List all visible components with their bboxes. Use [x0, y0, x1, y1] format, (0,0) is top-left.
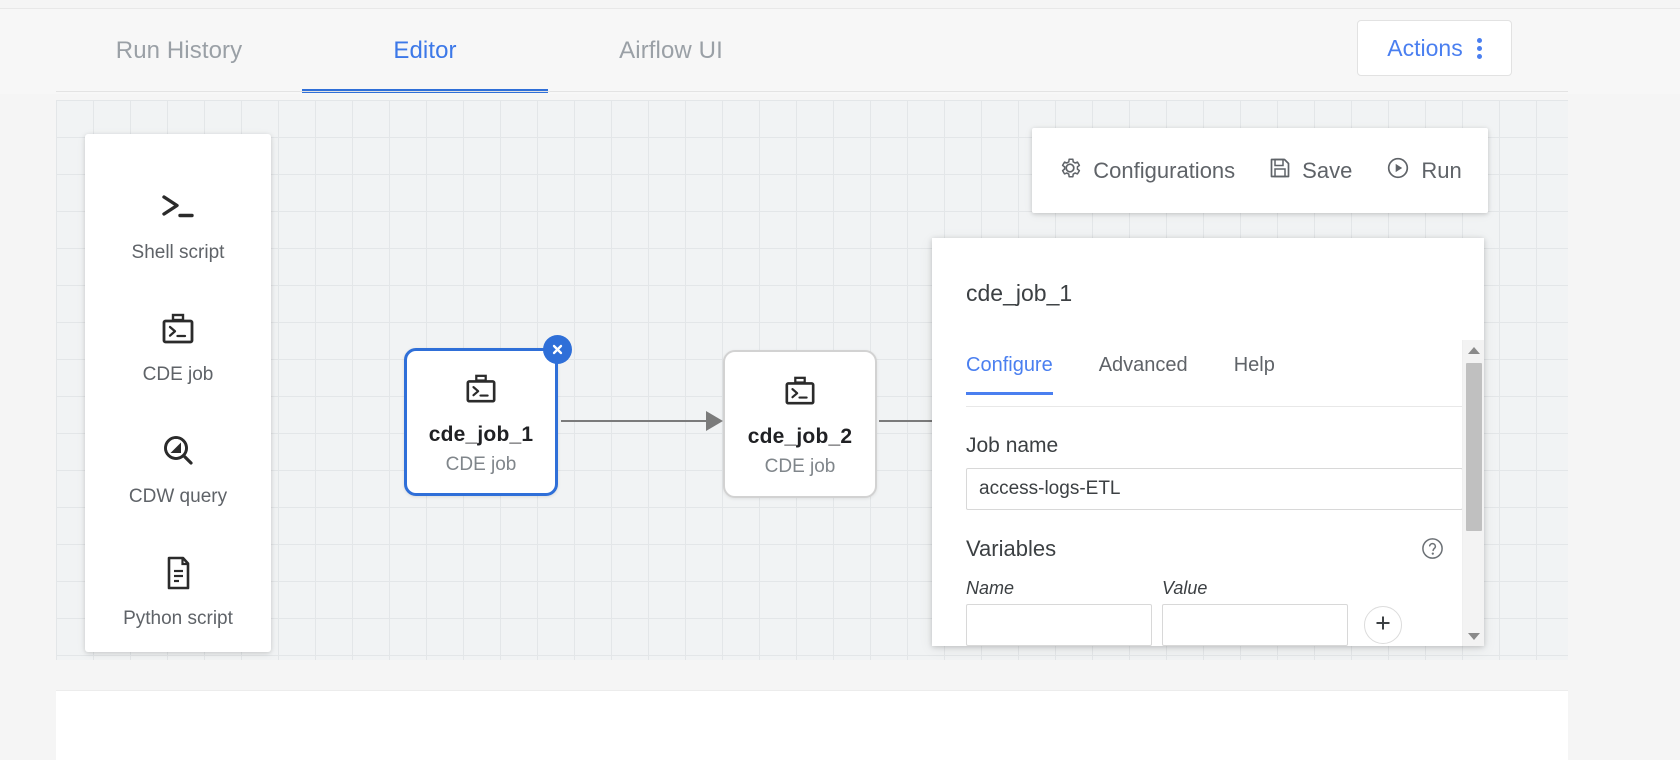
variables-label: Variables — [966, 536, 1057, 561]
tab-editor[interactable]: Editor — [302, 9, 548, 93]
node-config-panel: cde_job_1 Configure Advanced Help Job na… — [932, 238, 1484, 646]
play-circle-icon — [1386, 156, 1410, 185]
node-cde-job-1-title: cde_job_1 — [428, 422, 534, 446]
cde-pipeline-editor: Run History Editor Airflow UI Actions Sh… — [0, 0, 1680, 760]
configurations-button[interactable]: Configurations — [1058, 156, 1235, 185]
palette-item-python-script-label: Python script — [123, 608, 233, 629]
node-cde-job-1-subtitle: CDE job — [445, 453, 517, 475]
add-variable-button[interactable] — [1364, 606, 1402, 644]
tab-bar-divider — [56, 91, 1568, 92]
tab-editor-label: Editor — [393, 37, 457, 64]
node-cde-job-2-subtitle: CDE job — [764, 455, 836, 477]
briefcase-terminal-icon — [464, 369, 498, 409]
left-gutter — [0, 94, 56, 760]
canvas-toolbar: Configurations Save Run — [1032, 128, 1488, 213]
node-cde-job-2-title: cde_job_2 — [747, 424, 853, 448]
right-gutter — [1568, 94, 1680, 760]
tab-airflow-ui-label: Airflow UI — [619, 37, 723, 64]
gear-icon — [1058, 156, 1082, 185]
edge-cde-job-2-outgoing — [879, 420, 939, 422]
variable-value-input[interactable] — [1162, 604, 1348, 646]
canvas-bottom-strip — [56, 660, 1568, 690]
node-cde-job-1[interactable]: cde_job_1 CDE job — [404, 348, 558, 496]
job-name-input[interactable] — [966, 468, 1463, 510]
chevron-up-icon[interactable] — [1463, 340, 1484, 360]
config-tab-help[interactable]: Help — [1234, 354, 1275, 395]
config-tab-advanced-label: Advanced — [1098, 354, 1188, 376]
briefcase-terminal-icon — [783, 371, 817, 411]
job-name-label: Job name — [966, 434, 1059, 457]
floppy-disk-icon — [1269, 157, 1291, 184]
variables-column-value: Value — [1162, 578, 1208, 598]
shell-prompt-icon — [160, 184, 196, 230]
close-icon[interactable] — [543, 335, 572, 364]
node-cde-job-2[interactable]: cde_job_2 CDE job — [723, 350, 877, 498]
palette-item-cdw-query-label: CDW query — [128, 486, 228, 507]
configurations-label: Configurations — [1093, 157, 1236, 183]
actions-button[interactable]: Actions — [1357, 20, 1512, 76]
scrollbar-thumb[interactable] — [1466, 363, 1482, 531]
config-panel-title: cde_job_1 — [966, 280, 1073, 306]
edge-arrowhead-icon — [706, 411, 723, 431]
run-label: Run — [1421, 157, 1462, 183]
tab-run-history-label: Run History — [115, 37, 243, 64]
save-label: Save — [1302, 157, 1353, 183]
page-footer-area — [56, 690, 1568, 760]
run-button[interactable]: Run — [1386, 156, 1462, 185]
kebab-menu-icon — [1476, 37, 1482, 59]
config-tab-advanced[interactable]: Advanced — [1099, 354, 1188, 395]
node-palette: Shell script CDE job CDW query Python sc… — [85, 134, 271, 652]
tab-run-history[interactable]: Run History — [56, 9, 302, 93]
variable-name-input[interactable] — [966, 604, 1152, 646]
save-button[interactable]: Save — [1269, 157, 1352, 184]
edge-cde-job-1-to-cde-job-2 — [561, 420, 713, 422]
briefcase-terminal-icon — [160, 306, 196, 352]
config-panel-scrollbar[interactable] — [1462, 340, 1484, 646]
palette-item-cdw-query[interactable]: CDW query — [85, 412, 271, 534]
config-tab-configure-label: Configure — [966, 354, 1053, 376]
palette-item-python-script[interactable]: Python script — [85, 534, 271, 656]
tab-list: Run History Editor Airflow UI — [56, 9, 794, 93]
palette-item-shell-script[interactable]: Shell script — [85, 168, 271, 290]
tab-airflow-ui[interactable]: Airflow UI — [548, 9, 794, 93]
document-lines-icon — [161, 550, 195, 596]
palette-item-shell-script-label: Shell script — [131, 242, 225, 263]
config-tabs-divider — [966, 406, 1463, 407]
config-tab-configure[interactable]: Configure — [966, 354, 1053, 395]
config-tab-list: Configure Advanced Help — [966, 354, 1321, 395]
pipeline-canvas[interactable]: Shell script CDE job CDW query Python sc… — [56, 100, 1568, 660]
palette-item-cde-job-label: CDE job — [142, 364, 214, 385]
magnifier-query-icon — [160, 428, 196, 474]
actions-button-label: Actions — [1387, 34, 1463, 61]
palette-item-cde-job[interactable]: CDE job — [85, 290, 271, 412]
variables-column-name: Name — [966, 578, 1015, 598]
config-tab-help-label: Help — [1233, 354, 1275, 376]
plus-icon — [1373, 613, 1393, 638]
chevron-down-icon[interactable] — [1463, 626, 1484, 646]
help-circle-icon[interactable] — [1421, 537, 1444, 565]
